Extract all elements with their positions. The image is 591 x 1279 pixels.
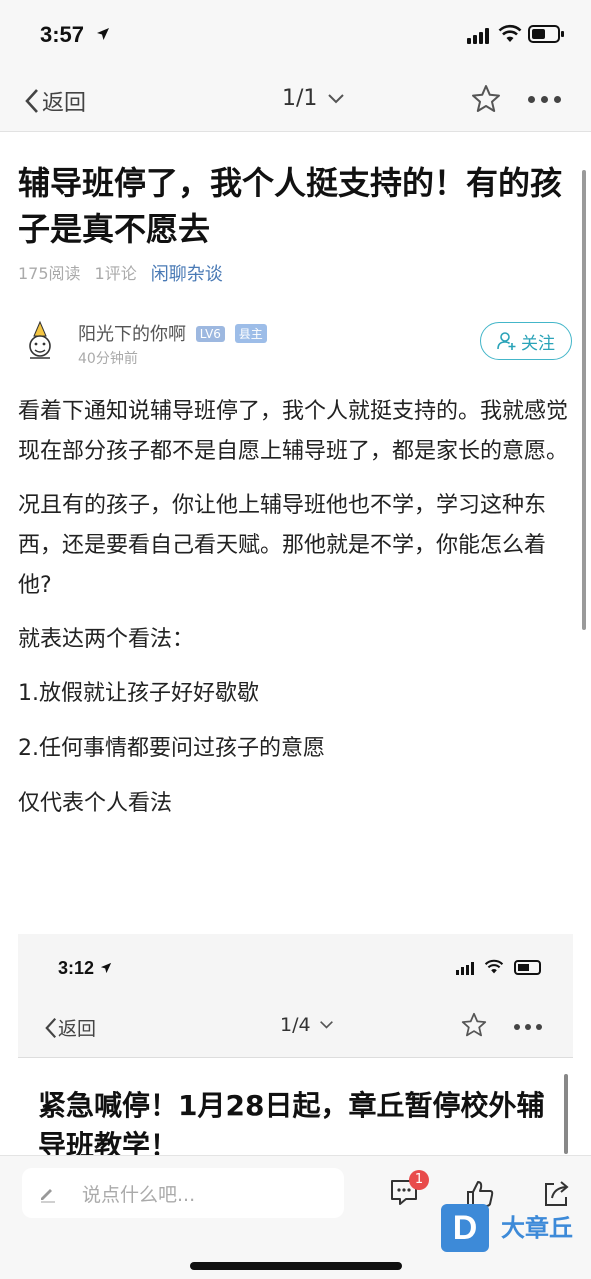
back-label: 返回 — [42, 91, 87, 116]
embedded-title: 紧急喊停！1月28日起，章丘暂停校外辅导班教学！ — [38, 1089, 545, 1156]
add-user-icon — [497, 332, 516, 350]
page-indicator: 1/1 — [282, 86, 318, 111]
page-selector[interactable]: 1/1 — [282, 86, 345, 111]
embedded-header: 3:12 返回 1/4 — [18, 934, 573, 1058]
chevron-down-icon — [319, 1021, 333, 1029]
status-bar: 3:57 — [0, 0, 591, 70]
more-icon — [514, 1024, 542, 1030]
cellular-signal-icon — [456, 962, 476, 975]
paragraph: 仅代表个人看法 — [18, 791, 173, 816]
avatar[interactable] — [18, 318, 64, 364]
level-badge: LV6 — [195, 326, 225, 342]
embedded-scrollbar — [564, 1074, 568, 1154]
paragraph: 就表达两个看法： — [18, 627, 195, 652]
comment-count-badge: 1 — [409, 1170, 429, 1190]
comment-input[interactable]: 说点什么吧... — [22, 1168, 344, 1218]
comment-count-text: 1评论 — [94, 264, 137, 283]
more-options-button[interactable] — [528, 96, 561, 103]
embedded-pager: 1/4 — [280, 1014, 334, 1036]
paragraph: 1.放假就让孩子好好歇歇 — [18, 681, 259, 706]
pencil-icon — [41, 1189, 55, 1203]
comment-placeholder: 说点什么吧... — [82, 1183, 196, 1206]
category-link[interactable]: 闲聊杂谈 — [151, 260, 223, 286]
post-time: 40分钟前 — [78, 351, 138, 367]
paragraph: 2.任何事情都要问过孩子的意愿 — [18, 736, 325, 761]
back-button[interactable]: 返回 — [24, 86, 86, 116]
embedded-time: 3:12 — [58, 958, 95, 978]
watermark-logo: D 大章丘 — [441, 1204, 586, 1254]
embedded-page-indicator: 1/4 — [280, 1014, 311, 1036]
battery-icon — [528, 25, 564, 43]
watermark-logo-icon: D — [441, 1204, 489, 1252]
paragraph: 看着下通知说辅导班停了，我个人就挺支持的。我就感觉现在部分孩子都不是自愿上辅导班… — [18, 399, 569, 464]
location-arrow-icon — [100, 962, 112, 974]
paragraph: 况且有的孩子，你让他上辅导班他也不学，学习这种东西，还是要看自己看天赋。那他就是… — [18, 493, 547, 598]
status-time: 3:57 — [40, 22, 85, 47]
scrollbar[interactable] — [582, 170, 586, 630]
wifi-icon — [498, 24, 522, 42]
cellular-signal-icon — [467, 28, 491, 44]
watermark-text: 大章丘 — [501, 1214, 573, 1242]
chevron-left-icon — [45, 1017, 57, 1038]
article-meta: 175阅读 1评论 闲聊杂谈 — [18, 260, 223, 286]
chevron-down-icon — [328, 93, 345, 103]
home-indicator[interactable] — [190, 1262, 402, 1270]
author-name[interactable]: 阳光下的你啊 — [78, 324, 186, 345]
embedded-back: 返回 — [44, 1014, 96, 1041]
role-badge: 县主 — [234, 324, 267, 343]
embedded-screenshot-image[interactable]: 3:12 返回 1/4 紧急喊停！1月28日起，章丘暂停校外辅导班教学！ — [18, 934, 573, 1156]
read-count: 175阅读 — [18, 264, 81, 283]
follow-button[interactable]: 关注 — [480, 322, 572, 360]
article-body: 看着下通知说辅导班停了，我个人就挺支持的。我就感觉现在部分孩子都不是自愿上辅导班… — [18, 392, 573, 838]
follow-label: 关注 — [521, 333, 555, 354]
favorite-star-icon[interactable] — [471, 84, 501, 114]
embedded-back-label: 返回 — [58, 1018, 97, 1040]
navigation-bar: 返回 1/1 — [0, 70, 591, 132]
author-row: 阳光下的你啊 LV6 县主 40分钟前 关注 — [18, 318, 573, 370]
author-name-line: 阳光下的你啊 LV6 县主 — [78, 320, 267, 346]
chevron-left-icon — [25, 89, 38, 113]
location-arrow-icon — [97, 28, 109, 40]
article-title: 辅导班停了，我个人挺支持的！有的孩子是真不愿去 — [18, 164, 563, 248]
battery-icon — [514, 960, 541, 975]
star-icon — [461, 1012, 487, 1037]
wifi-icon — [484, 959, 504, 974]
